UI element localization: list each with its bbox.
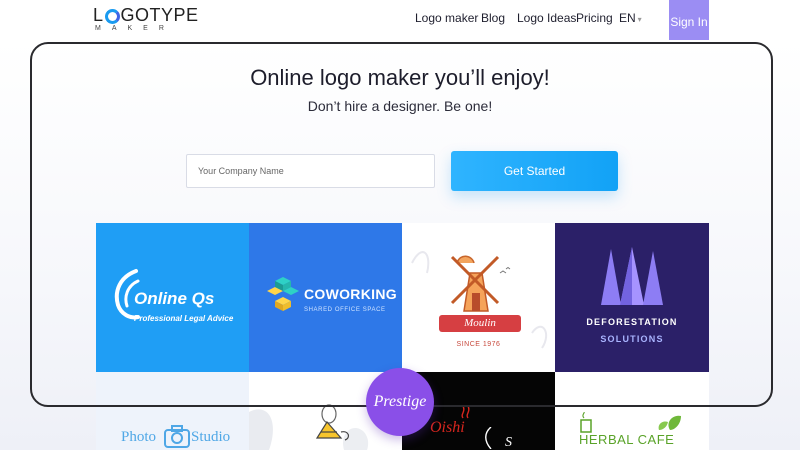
moulin-since: SINCE 1976 xyxy=(456,341,501,348)
prestige-label: Prestige xyxy=(373,393,427,410)
sign-in-label: Sign In xyxy=(670,14,708,29)
trees-icon xyxy=(601,247,663,305)
cubes-icon xyxy=(267,277,299,311)
moulin-ribbon: Moulin xyxy=(439,315,521,332)
logo-card-moulin[interactable]: Moulin SINCE 1976 xyxy=(402,223,555,372)
sign-in-button[interactable]: Sign In xyxy=(669,0,709,43)
nav-pricing[interactable]: Pricing xyxy=(576,11,613,25)
camera-icon xyxy=(164,425,190,448)
nav-logo-ideas[interactable]: Logo Ideas xyxy=(517,11,576,25)
online-qs-tagline: Professional Legal Advice xyxy=(134,314,234,323)
logo-subtitle: MAKER xyxy=(95,25,175,32)
company-name-input[interactable] xyxy=(186,154,435,188)
oishi-secondary: S xyxy=(505,435,512,450)
herbal-cafe-name: HERBAL CAFE xyxy=(579,432,675,447)
logo-wordmark: L GOTYPE xyxy=(93,5,199,26)
site-logo[interactable]: L GOTYPE MAKER xyxy=(93,3,198,37)
deforestation-line2: SOLUTIONS xyxy=(600,334,664,344)
leaf-cup-icon xyxy=(580,412,681,433)
coworking-name: COWORKING xyxy=(304,286,397,302)
logo-letter: L xyxy=(93,5,104,25)
get-started-button[interactable]: Get Started xyxy=(451,151,618,191)
windmill-icon xyxy=(411,251,548,349)
prestige-badge[interactable]: Prestige xyxy=(366,368,434,436)
logo-card-photo-studio[interactable]: Photo Studio xyxy=(96,372,249,450)
photo-word: Photo xyxy=(121,429,157,445)
logo-card-coworking[interactable]: COWORKING SHARED OFFICE SPACE xyxy=(249,223,402,372)
logo-card-online-qs[interactable]: Online Qs Professional Legal Advice xyxy=(96,223,249,372)
logo-ring-icon xyxy=(104,9,120,24)
nav-blog[interactable]: Blog xyxy=(481,11,505,25)
deforestation-line1: DEFORESTATION xyxy=(586,317,678,327)
coworking-tagline: SHARED OFFICE SPACE xyxy=(304,307,386,313)
hero-title: Online logo maker you’ll enjoy! xyxy=(250,65,550,90)
logo-card-herbal-cafe[interactable]: HERBAL CAFE xyxy=(555,372,709,450)
online-qs-name: Online Qs xyxy=(134,289,215,308)
language-selector[interactable]: EN ▾ xyxy=(619,11,642,25)
steam-icon xyxy=(461,405,470,419)
language-label: EN xyxy=(619,11,636,25)
header: L GOTYPE MAKER Logo maker Blog Logo Idea… xyxy=(0,0,800,43)
logo-card-deforestation[interactable]: DEFORESTATION SOLUTIONS xyxy=(555,223,709,372)
logo-word: GOTYPE xyxy=(120,5,199,25)
studio-word: Studio xyxy=(191,429,231,445)
chevron-down-icon: ▾ xyxy=(637,15,642,24)
nav-logo-maker[interactable]: Logo maker xyxy=(415,11,478,25)
hero-subtitle: Don’t hire a designer. Be one! xyxy=(307,98,493,114)
oishi-name: Oishi xyxy=(430,419,465,436)
utensil-icon xyxy=(485,427,492,449)
